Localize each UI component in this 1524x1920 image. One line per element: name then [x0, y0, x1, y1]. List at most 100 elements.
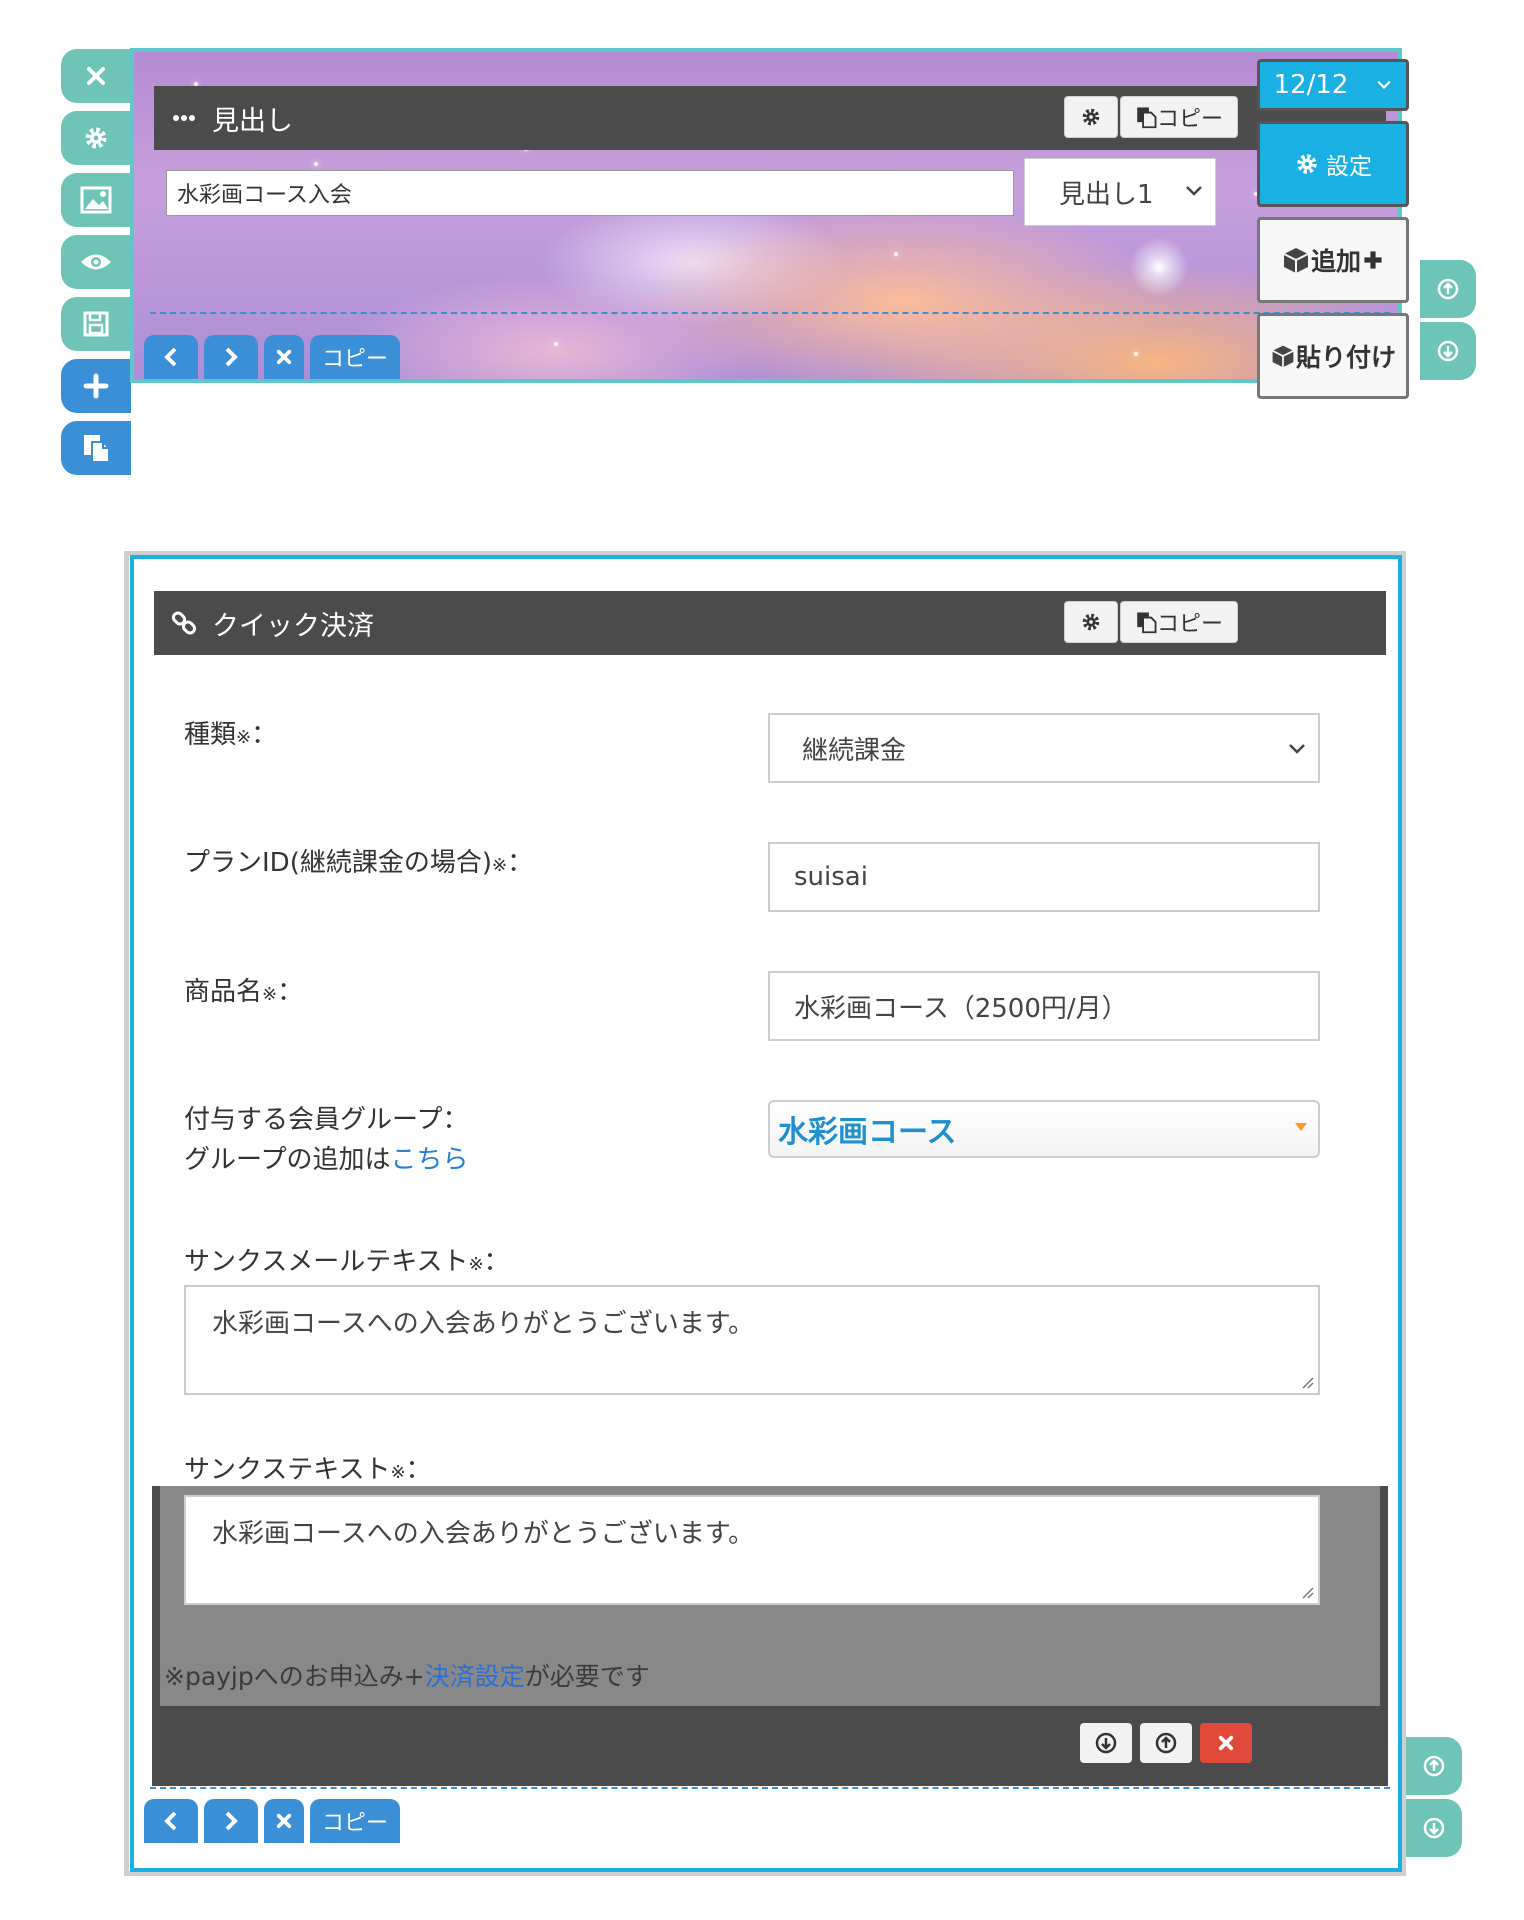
save-button[interactable] — [61, 297, 131, 351]
gear-icon — [1080, 611, 1102, 633]
copy-icon — [1135, 610, 1157, 634]
close-icon — [84, 64, 108, 88]
arrow-down-circle-icon — [1437, 340, 1459, 362]
prev-button[interactable] — [144, 335, 198, 379]
chevron-down-icon — [1185, 185, 1203, 197]
move-down-button[interactable] — [1420, 322, 1476, 380]
close-icon — [275, 1812, 293, 1830]
member-group-select[interactable]: 水彩画コース — [768, 1100, 1320, 1158]
next-button[interactable] — [204, 335, 258, 379]
image-icon — [80, 186, 112, 214]
arrow-down-circle-icon — [1095, 1732, 1117, 1754]
block-divider — [150, 1787, 1390, 1789]
thanks-text-label: サンクステキスト※： — [184, 1455, 432, 1485]
delete-button[interactable] — [264, 335, 304, 379]
type-label: 種類※： — [184, 720, 278, 750]
move-up-button[interactable] — [1420, 260, 1476, 318]
chevron-right-icon — [223, 1810, 239, 1832]
copy-icon — [81, 432, 111, 464]
group-add-link[interactable]: こちら — [390, 1145, 468, 1175]
save-icon — [82, 310, 110, 338]
copy-label: コピー — [1156, 612, 1223, 637]
payment-settings-link[interactable]: 決済設定 — [425, 1662, 525, 1691]
arrow-up-circle-icon — [1155, 1732, 1177, 1754]
eye-icon — [79, 251, 113, 273]
paste-label: 貼り付け — [1295, 343, 1396, 372]
plus-icon — [1361, 248, 1385, 272]
heading-level-value: 見出し1 — [1059, 179, 1154, 210]
drag-handle-icon[interactable] — [172, 114, 196, 122]
thanks-mail-textarea[interactable]: 水彩画コースへの入会ありがとうございます。 — [184, 1285, 1320, 1395]
block-divider — [150, 312, 1390, 314]
chevron-down-icon — [1376, 80, 1392, 90]
move-up-small-button[interactable] — [1140, 1723, 1192, 1763]
delete-button[interactable] — [264, 1799, 304, 1843]
block-copy-button[interactable]: コピー — [1120, 96, 1238, 138]
product-name-input[interactable]: 水彩画コース（2500円/月） — [768, 971, 1320, 1041]
copy-icon — [1135, 105, 1157, 129]
arrow-down-circle-icon — [1423, 1817, 1445, 1839]
paste-block-button[interactable]: 貼り付け — [1257, 313, 1409, 399]
chevron-down-icon — [1288, 743, 1306, 755]
add-button[interactable] — [61, 359, 131, 413]
chevron-left-icon — [163, 346, 179, 368]
block-settings-panel-button[interactable]: 設定 — [1257, 121, 1409, 207]
arrow-up-circle-icon — [1437, 278, 1459, 300]
thanks-mail-label: サンクスメールテキスト※： — [184, 1247, 510, 1277]
page-counter-select[interactable]: 12/12 — [1257, 59, 1409, 111]
close-button[interactable] — [61, 49, 131, 103]
heading-text-input[interactable]: 水彩画コース入会 — [166, 170, 1014, 216]
product-name-label: 商品名※： — [184, 977, 304, 1007]
add-label: 追加 — [1310, 247, 1361, 276]
gear-icon — [1080, 106, 1102, 128]
copy-button[interactable] — [61, 421, 131, 475]
cube-icon — [1281, 245, 1311, 275]
nav-copy-button[interactable]: コピー — [310, 1799, 400, 1843]
copy-label: コピー — [1156, 107, 1223, 132]
sparkle — [1124, 232, 1194, 302]
plan-id-input[interactable]: suisai — [768, 842, 1320, 912]
heading-level-select[interactable]: 見出し1 — [1024, 158, 1216, 226]
header-actions: コピー — [1064, 96, 1238, 138]
payjp-note: ※payjpへのお申込み+決済設定が必要です — [164, 1662, 650, 1691]
page-counter-value: 12/12 — [1273, 70, 1349, 100]
settings-button[interactable] — [61, 111, 131, 165]
header-actions: コピー — [1064, 601, 1238, 643]
heading-block: 見出し コピー 水彩画コース入会 見出し1 コピー — [130, 48, 1402, 383]
chevron-left-icon — [163, 1810, 179, 1832]
member-group-value: 水彩画コース — [778, 1115, 957, 1150]
block-title: 見出し — [212, 105, 293, 137]
add-block-button[interactable]: 追加 — [1257, 217, 1409, 303]
block-title: クイック決済 — [212, 610, 374, 642]
settings-label: 設定 — [1326, 154, 1372, 180]
member-group-label: 付与する会員グループ： グループの追加はこちら — [184, 1105, 469, 1175]
delete-small-button[interactable] — [1200, 1723, 1252, 1763]
close-icon — [1217, 1734, 1235, 1752]
thanks-text-textarea[interactable]: 水彩画コースへの入会ありがとうございます。 — [184, 1495, 1320, 1605]
image-button[interactable] — [61, 173, 131, 227]
payment-block: クイック決済 コピー 種類※： 継続課金 プランID(継続課金の場合)※： su… — [130, 555, 1402, 1872]
nav-copy-button[interactable]: コピー — [310, 335, 400, 379]
move-down-button[interactable] — [1406, 1799, 1462, 1857]
prev-button[interactable] — [144, 1799, 198, 1843]
plus-icon — [82, 372, 110, 400]
resize-handle-icon[interactable] — [1300, 1585, 1314, 1599]
move-down-small-button[interactable] — [1080, 1723, 1132, 1763]
resize-handle-icon[interactable] — [1300, 1375, 1314, 1389]
gear-icon — [82, 124, 110, 152]
next-button[interactable] — [204, 1799, 258, 1843]
block-copy-button[interactable]: コピー — [1120, 601, 1238, 643]
block-settings-button[interactable] — [1064, 96, 1118, 138]
block-settings-button[interactable] — [1064, 601, 1118, 643]
type-value: 継続課金 — [802, 735, 907, 766]
preview-button[interactable] — [61, 235, 131, 289]
close-icon — [275, 348, 293, 366]
plan-id-label: プランID(継続課金の場合)※： — [184, 848, 534, 878]
arrow-up-circle-icon — [1423, 1755, 1445, 1777]
move-up-button[interactable] — [1406, 1737, 1462, 1795]
cube-icon — [1270, 343, 1296, 369]
caret-down-icon — [1294, 1122, 1308, 1132]
link-icon — [170, 609, 198, 637]
type-select[interactable]: 継続課金 — [768, 713, 1320, 783]
chevron-right-icon — [223, 346, 239, 368]
